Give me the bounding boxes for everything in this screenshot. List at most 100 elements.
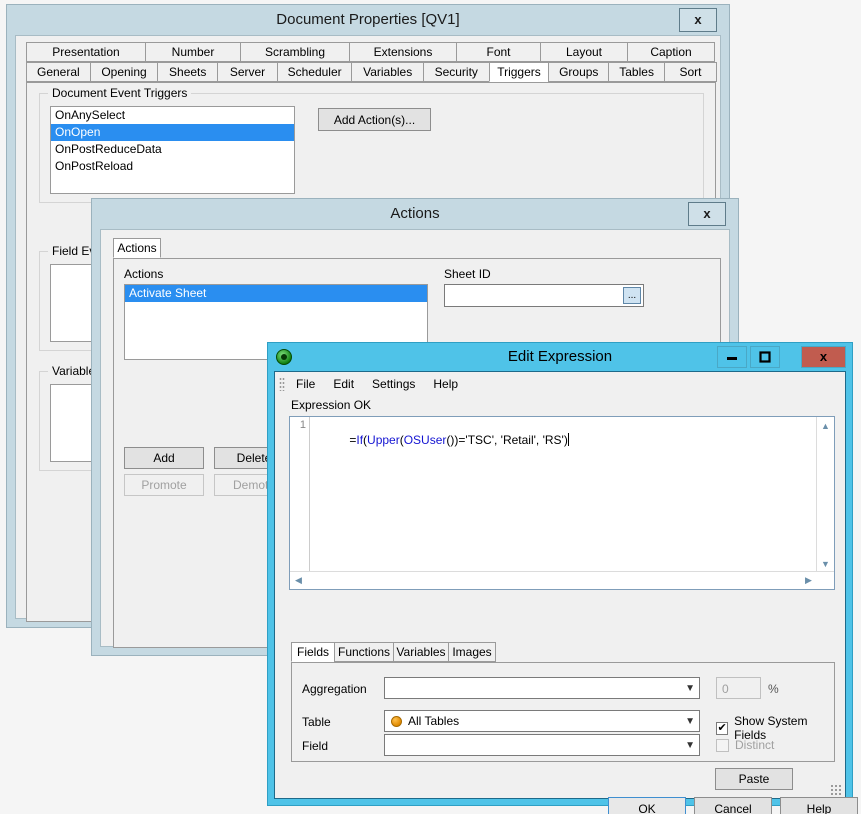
table-value: All Tables — [408, 714, 460, 728]
expression-text: =If(Upper(OSUser())='TSC', 'Retail', 'RS… — [316, 419, 569, 461]
document-properties-close-button[interactable]: x — [679, 8, 717, 32]
tab-fields[interactable]: Fields — [291, 642, 335, 662]
expr-token-function: OSUser — [403, 433, 447, 447]
tab-variables[interactable]: Variables — [393, 642, 449, 662]
checkbox-box: ✔ — [716, 721, 729, 735]
tab-sort[interactable]: Sort — [664, 62, 717, 82]
tab-scheduler[interactable]: Scheduler — [276, 62, 353, 82]
qlikview-icon — [276, 349, 292, 365]
actions-list-label: Actions — [124, 267, 164, 281]
document-properties-titlebar: Document Properties [QV1] x — [7, 5, 729, 35]
distinct-checkbox[interactable]: Distinct — [716, 738, 774, 752]
tab-general[interactable]: General — [26, 62, 91, 82]
maximize-glyph — [759, 351, 771, 363]
field-combo[interactable]: ▼ — [384, 734, 700, 756]
percent-value: 0 — [722, 682, 729, 696]
list-item[interactable]: OnPostReduceData — [51, 141, 294, 158]
tab-groups[interactable]: Groups — [548, 62, 610, 82]
list-item[interactable]: OnPostReload — [51, 158, 294, 175]
tab-presentation[interactable]: Presentation — [26, 42, 146, 62]
checkbox-box — [716, 738, 729, 752]
scroll-left-icon[interactable]: ◀ — [290, 572, 307, 589]
aggregation-combo[interactable]: ▼ — [384, 677, 700, 699]
help-button[interactable]: Help — [780, 797, 858, 814]
editor-vertical-scrollbar[interactable]: ▲ ▼ — [816, 417, 834, 589]
help-button-rest: elp — [815, 801, 832, 814]
document-properties-title: Document Properties [QV1] — [276, 11, 460, 28]
actions-title: Actions — [390, 205, 440, 222]
editor-horizontal-scrollbar[interactable]: ◀ ▶ — [290, 571, 834, 589]
distinct-label: Distinct — [735, 738, 775, 752]
chevron-down-icon: ▼ — [685, 682, 695, 694]
edit-expression-titlebar: Edit Expression x — [268, 343, 852, 371]
tab-caption[interactable]: Caption — [627, 42, 715, 62]
table-label: Table — [302, 715, 331, 729]
tab-opening[interactable]: Opening — [89, 62, 159, 82]
tab-server[interactable]: Server — [217, 62, 278, 82]
fields-panel: Aggregation ▼ 0 % Table All Tables ▼ ✔ S… — [291, 662, 835, 762]
tab-actions[interactable]: Actions — [113, 238, 161, 258]
document-event-triggers-list[interactable]: OnAnySelect OnOpen OnPostReduceData OnPo… — [50, 106, 295, 194]
actions-tabrow: Actions — [113, 238, 161, 258]
list-item[interactable]: OnAnySelect — [51, 107, 294, 124]
resize-grip-icon[interactable] — [830, 784, 842, 796]
paste-button[interactable]: Paste — [715, 768, 793, 790]
aggregation-label: Aggregation — [302, 682, 367, 696]
help-button-mnemonic: H — [806, 801, 816, 814]
list-item[interactable]: OnOpen — [51, 124, 294, 141]
chevron-down-icon: ▼ — [685, 715, 695, 727]
minimize-glyph — [727, 357, 737, 360]
edit-expression-title: Edit Expression — [507, 348, 613, 365]
minimize-icon[interactable] — [717, 346, 747, 368]
edit-expression-menubar: File Edit Settings Help — [275, 372, 845, 396]
expression-editor[interactable]: 1 =If(Upper(OSUser())='TSC', 'Retail', '… — [289, 416, 835, 590]
ok-button[interactable]: OK — [608, 797, 686, 814]
tab-extensions[interactable]: Extensions — [349, 42, 457, 62]
add-actions-button[interactable]: Add Action(s)... — [318, 108, 431, 131]
percent-input[interactable]: 0 — [716, 677, 761, 699]
tab-images[interactable]: Images — [448, 642, 496, 662]
menu-settings[interactable]: Settings — [363, 375, 424, 393]
editor-gutter: 1 — [290, 417, 310, 589]
expr-token: ())='TSC', 'Retail', 'RS') — [446, 433, 568, 447]
document-event-triggers-group: Document Event Triggers OnAnySelect OnOp… — [39, 86, 704, 203]
promote-button[interactable]: Promote — [124, 474, 204, 496]
scroll-up-icon[interactable]: ▲ — [817, 417, 834, 434]
tab-functions[interactable]: Functions — [334, 642, 394, 662]
expression-bottom-tabrow: Fields Functions Variables Images — [291, 642, 496, 662]
tab-security[interactable]: Security — [422, 62, 490, 82]
add-button[interactable]: Add — [124, 447, 204, 469]
tab-variables[interactable]: Variables — [351, 62, 424, 82]
editor-line-number: 1 — [299, 419, 306, 431]
list-item[interactable]: Activate Sheet — [125, 285, 427, 302]
menu-file[interactable]: File — [287, 375, 324, 393]
menu-edit[interactable]: Edit — [324, 375, 363, 393]
tab-scrambling[interactable]: Scrambling — [240, 42, 350, 62]
actions-titlebar: Actions x — [92, 199, 738, 229]
sheet-id-label: Sheet ID — [444, 267, 491, 281]
chevron-down-icon: ▼ — [685, 739, 695, 751]
tab-font[interactable]: Font — [456, 42, 541, 62]
scroll-down-icon[interactable]: ▼ — [817, 555, 834, 572]
document-properties-tabrow-2: General Opening Sheets Server Scheduler … — [26, 62, 717, 82]
tab-triggers[interactable]: Triggers — [488, 62, 550, 82]
document-properties-tabrow-1: Presentation Number Scrambling Extension… — [26, 42, 716, 62]
tab-layout[interactable]: Layout — [540, 42, 628, 62]
percent-symbol: % — [768, 682, 779, 696]
sheet-id-browse-button[interactable]: ... — [623, 287, 641, 304]
scroll-right-icon[interactable]: ▶ — [800, 572, 817, 589]
tab-tables[interactable]: Tables — [608, 62, 666, 82]
table-combo[interactable]: All Tables ▼ — [384, 710, 700, 732]
tab-number[interactable]: Number — [145, 42, 241, 62]
tab-sheets[interactable]: Sheets — [157, 62, 219, 82]
maximize-icon[interactable] — [750, 346, 780, 368]
edit-expression-body: File Edit Settings Help Expression OK 1 … — [274, 371, 858, 814]
expr-token-function: Upper — [367, 433, 400, 447]
cancel-button[interactable]: Cancel — [694, 797, 772, 814]
menu-help[interactable]: Help — [424, 375, 467, 393]
actions-close-button[interactable]: x — [688, 202, 726, 226]
edit-expression-window: Edit Expression x File Edit Settings Hel… — [267, 342, 858, 814]
sheet-id-input[interactable]: ... — [444, 284, 644, 307]
text-caret — [567, 433, 569, 446]
close-icon[interactable]: x — [801, 346, 846, 368]
